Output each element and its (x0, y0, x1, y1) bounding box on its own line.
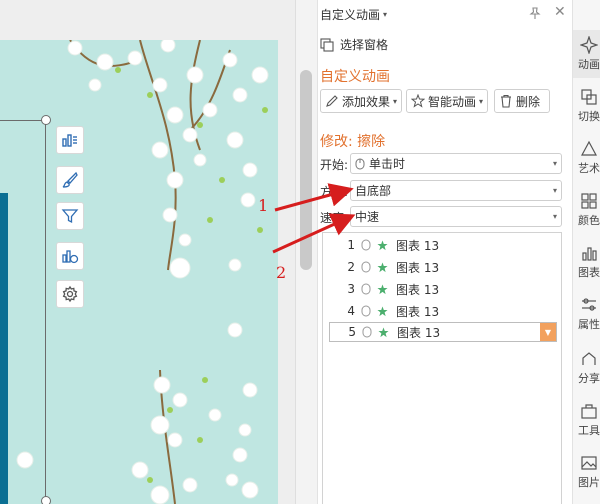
strip-color-label: 颜色 (578, 214, 600, 227)
strip-share[interactable]: 分享 (573, 350, 600, 386)
strip-chart-label: 图表 (578, 266, 600, 279)
annotation-label-2: 2 (276, 263, 287, 282)
annotation-label-1: 1 (258, 196, 269, 215)
sliders-icon (582, 298, 596, 311)
strip-transition[interactable]: 切换 (573, 88, 600, 124)
toolbox-icon (581, 404, 597, 419)
transition-icon (581, 89, 597, 105)
strip-chart[interactable]: 图表 (573, 244, 600, 280)
strip-color[interactable]: 颜色 (573, 192, 600, 228)
share-icon (582, 352, 596, 365)
image-icon (581, 456, 597, 470)
annotation-arrows (272, 183, 356, 254)
strip-share-label: 分享 (578, 372, 600, 385)
strip-animation-label: 动画 (578, 58, 600, 71)
strip-image-label: 图片 (578, 476, 600, 489)
strip-image[interactable]: 图片 (573, 454, 600, 490)
animation-icon (580, 36, 598, 54)
strip-art[interactable]: 艺术 (573, 140, 600, 176)
color-icon (581, 193, 597, 209)
strip-animation[interactable]: 动画 (573, 30, 600, 78)
side-toolbar: 动画 切换 艺术 颜色 图表 属性 分享 工具 图片 (572, 0, 600, 504)
chart-icon (582, 247, 597, 261)
strip-tools-label: 工具 (578, 424, 600, 437)
strip-property[interactable]: 属性 (573, 296, 600, 332)
strip-tools[interactable]: 工具 (573, 402, 600, 438)
strip-art-label: 艺术 (578, 162, 600, 175)
strip-property-label: 属性 (578, 318, 600, 331)
art-icon (580, 140, 598, 156)
strip-transition-label: 切换 (578, 110, 600, 123)
